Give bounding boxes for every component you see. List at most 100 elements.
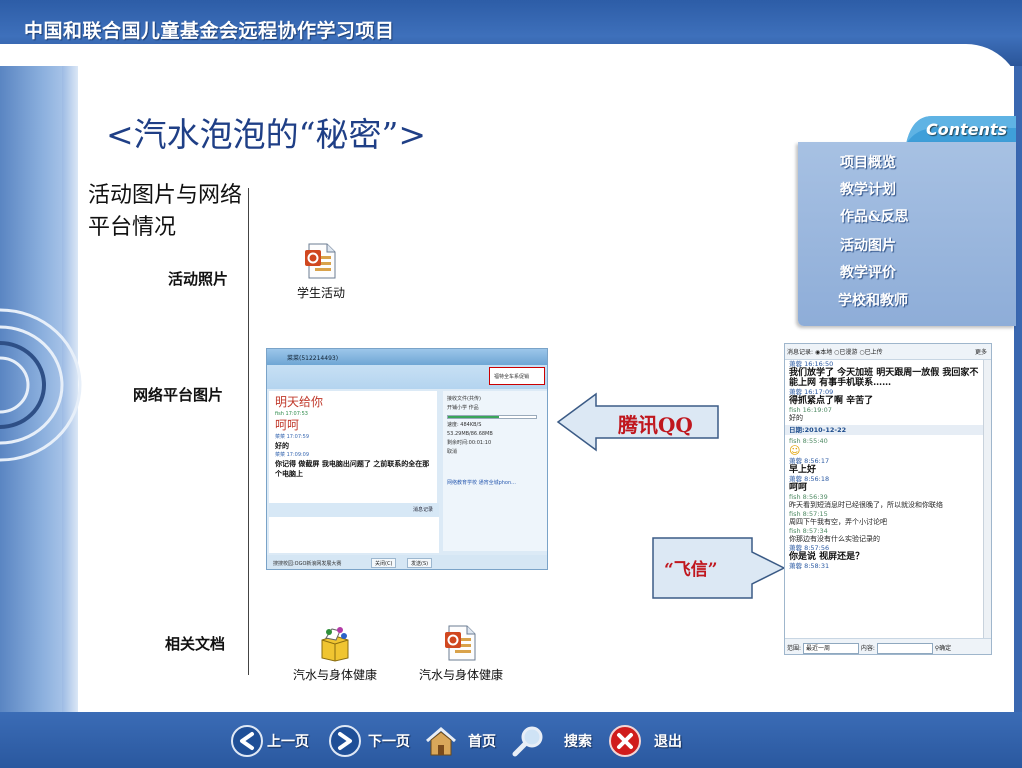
fetion-message: 得抓紧点了啊 辛苦了: [789, 396, 874, 406]
fetion-window-screenshot: 消息记录: ◉本地 ○已漫游 ○已上传 更多 萧蓉 16:16:50 我们放学了 …: [784, 343, 992, 655]
search-label: 搜索: [564, 734, 592, 750]
qq-progress-fill: [448, 416, 500, 418]
qq-bottom-bar: 搜搜校园:OGO新浪网发展大赛 关闭(C) 发送(S): [267, 555, 547, 569]
fetion-opt-roam: 已漫游: [839, 349, 858, 356]
qq-send-button: 发送(S): [407, 558, 433, 568]
home-icon: [426, 727, 456, 756]
fetion-message-meta: 萧蓉 16:17:09: [789, 388, 834, 396]
qq-file-name: 开铺小学 作品: [447, 405, 479, 411]
fetion-range-label: 范围:: [787, 645, 802, 652]
banner-title: 中国和联合国儿童基金会远程协作学习项目: [24, 20, 395, 42]
file-student-activity[interactable]: 学生活动: [266, 242, 376, 301]
fetion-scrollbar: [983, 360, 991, 638]
fetion-message-meta: fish 8:57:15: [789, 510, 828, 518]
powerpoint-file-icon: [445, 625, 476, 661]
fetion-message-meta: 萧蓉 8:57:56: [789, 544, 830, 552]
fetion-message-meta: 萧蓉 8:58:31: [789, 562, 830, 570]
fetion-message: 好的: [789, 414, 803, 422]
next-page-label: 下一页: [368, 734, 410, 750]
contents-item-evaluation[interactable]: 教学评价: [840, 262, 896, 282]
fetion-content-label: 内容:: [860, 645, 875, 652]
label-related-docs: 相关文档: [165, 635, 226, 653]
home-button[interactable]: 首页: [424, 722, 496, 760]
fetion-bottom-bar: 范围: 最近一周 内容: ⚲确定: [785, 638, 991, 654]
bottom-nav-bar: [0, 712, 1022, 768]
arrow-right-icon: [329, 725, 361, 757]
file-doc-health-2[interactable]: 汽水与身体健康: [406, 624, 516, 683]
label-activity-photos: 活动照片: [168, 270, 229, 288]
qq-input-toolbar: 消息记录: [269, 503, 439, 517]
fetion-more: 更多: [974, 349, 987, 356]
fetion-message: 呵呵: [789, 483, 808, 493]
fetion-label: 消息记录:: [787, 349, 814, 356]
contents-item-schools[interactable]: 学校和教师: [838, 290, 908, 310]
qq-file-cancel: 取消: [447, 449, 458, 455]
slide-title: <汽水泡泡的“秘密”>: [106, 115, 427, 154]
qq-history-label: 消息记录: [412, 507, 433, 513]
callout-fetion: “飞信”: [652, 536, 786, 600]
search-button[interactable]: 搜索: [512, 722, 592, 760]
qq-window-title: 菜菜(512214493): [287, 355, 339, 362]
fetion-message-meta: 萧蓉 8:56:18: [789, 475, 830, 483]
qq-input-area: [269, 517, 439, 553]
qq-chat-log: 明天给你 fish 17:07:53 呵呵 菜菜 17:07:59 好的 菜菜 …: [269, 391, 437, 503]
qq-close-button: 关闭(C): [371, 558, 397, 568]
fetion-message: 我们放学了 今天加班 明天跟周一放假 我回家不能上网 有事手机联系……: [789, 368, 979, 388]
contents-item-photos[interactable]: 活动图片: [840, 235, 896, 255]
file-doc-health-1[interactable]: 汽水与身体健康: [280, 626, 390, 683]
section-heading: 活动图片与网络平台情况: [88, 183, 243, 240]
fetion-chat-log: 萧蓉 16:16:50 我们放学了 今天加班 明天跟周一放假 我回家不能上网 有事…: [785, 360, 983, 636]
fetion-message: 昨天看到短消息时已经很晚了，所以就没和你联络: [789, 501, 943, 509]
fetion-message: 你那边有没有什么实验记录的: [789, 535, 880, 543]
qq-progress-bar: [447, 415, 537, 419]
powerpoint-file-icon: [305, 243, 336, 279]
qq-message: 明天给你: [275, 395, 324, 409]
fetion-date-divider: 日期:2010-12-22: [785, 425, 983, 435]
fetion-message: 周四下午我有空，弄个小讨论吧: [789, 518, 887, 526]
contents-item-teaching-plan[interactable]: 教学计划: [840, 179, 896, 199]
file-label: 汽水与身体健康: [292, 668, 377, 682]
callout-qq: 腾讯QQ: [556, 390, 720, 454]
qq-window-screenshot: 菜菜(512214493) 福特全车系促销 明天给你 fish 17:07:53…: [266, 348, 548, 570]
fetion-opt-upload: 已上传: [864, 349, 883, 356]
qq-ad-text: 福特全车系促销: [494, 374, 530, 380]
fetion-message: ☺: [789, 444, 801, 457]
prev-page-button[interactable]: 上一页: [230, 722, 309, 760]
fetion-topbar: 消息记录: ◉本地 ○已漫游 ○已上传 更多: [785, 344, 991, 360]
qq-status-text: 搜搜校园:OGO新浪网发展大赛: [273, 561, 342, 567]
callout-qq-text: 腾讯QQ: [618, 413, 693, 437]
contents-label: Contents: [926, 120, 1008, 139]
qq-file-remaining: 剩余时间:00:01:10: [447, 440, 492, 446]
fetion-opt-local: 本地: [820, 349, 833, 356]
contents-item-overview[interactable]: 项目概览: [840, 152, 896, 172]
fetion-message: 你是说 视屏还是？: [789, 552, 865, 562]
qq-message: 好的: [275, 442, 289, 450]
fetion-message-meta: fish 16:19:07: [789, 406, 832, 414]
contents-panel: 项目概览 教学计划 作品&反思 活动图片 教学评价 学校和教师: [798, 142, 1016, 326]
qq-file-transfer-panel: 接收文件(共传) 开铺小学 作品 速度: 484KB/S 53.29MB/86.…: [443, 391, 547, 551]
qq-side-link: 网络教育学校 通宵全城phon...: [447, 480, 516, 486]
next-page-button[interactable]: 下一页: [328, 722, 410, 760]
prev-page-label: 上一页: [267, 734, 309, 750]
qq-ad-banner: 福特全车系促销: [489, 367, 545, 385]
file-label: 汽水与身体健康: [418, 668, 503, 682]
qq-file-size: 53.29MB/86.68MB: [447, 431, 493, 437]
arrow-left-icon: [231, 725, 263, 757]
fetion-message-meta: fish 8:55:40: [789, 437, 828, 445]
qq-message: 呵呵: [275, 418, 300, 432]
banner-curve: [0, 44, 1022, 100]
file-label: 学生活动: [296, 286, 345, 300]
package-file-icon: [321, 627, 349, 662]
fetion-message-meta: 萧蓉 8:56:17: [789, 457, 830, 465]
contents-item-works[interactable]: 作品&反思: [840, 206, 909, 226]
qq-file-speed: 速度: 484KB/S: [447, 422, 482, 428]
exit-button[interactable]: 退出: [608, 722, 682, 760]
fetion-message: 早上好: [789, 465, 817, 475]
label-network-images: 网络平台图片: [133, 386, 224, 404]
home-label: 首页: [468, 734, 496, 750]
qq-message-meta: fish 17:07:53: [275, 411, 308, 417]
fetion-range-select: 最近一周: [802, 643, 859, 654]
divider-line: [248, 188, 249, 675]
qq-file-heading: 接收文件(共传): [447, 396, 481, 402]
qq-message: 你记得 做截屏 我电脑出问题了 之前联系的全在那个电脑上: [275, 460, 430, 478]
